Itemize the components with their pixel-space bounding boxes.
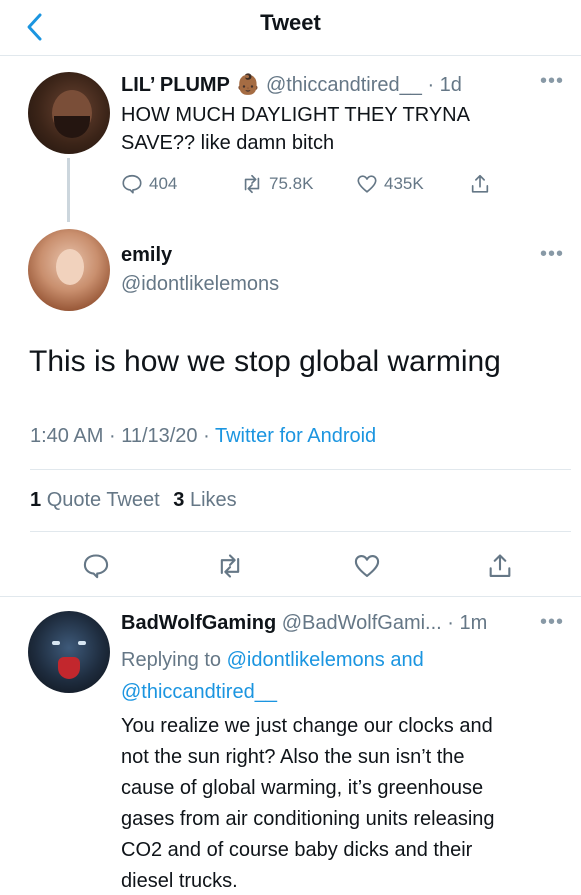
reply-icon [122,174,142,194]
chevron-left-icon[interactable] [20,12,50,42]
more-icon[interactable]: ••• [540,243,564,266]
parent-display-name[interactable]: LIL’ PLUMP [121,74,230,96]
header-bar: Tweet [0,0,581,56]
divider [0,596,581,597]
tweet-meta: 1:40 AM · 11/13/20 · Twitter for Android [30,425,376,448]
parent-text-line: SAVE?? like damn bitch [121,132,335,154]
parent-text-line: HOW MUCH DAYLIGHT THEY TRYNA [121,104,470,126]
main-tweet-text: This is how we stop global warming [29,345,501,378]
like-button[interactable]: 435K [356,173,424,195]
replying-to-link[interactable]: @idontlikelemons [227,649,385,671]
replying-to: Replying to @idontlikelemons and @thicca… [121,644,561,708]
reply-text-line: You realize we just change our clocks an… [121,715,493,737]
retweet-count: 75.8K [269,174,314,193]
quote-tweets-stat[interactable]: 1 Quote Tweet [30,489,165,511]
share-button[interactable] [469,173,491,195]
more-icon[interactable]: ••• [540,611,564,634]
avatar-wolf-eye [52,641,60,645]
replying-prefix: Replying to [121,649,222,671]
reply-text-line: CO2 and of course baby dicks and their [121,839,473,861]
likes-label: Likes [189,489,237,511]
reply-text-line: not the sun right? Also the sun isn’t th… [121,746,465,768]
likes-count: 3 [173,489,185,511]
tweet-time: 1:40 AM [30,425,104,447]
replying-and: and [390,649,424,671]
heart-icon[interactable] [353,552,381,580]
avatar-emily[interactable] [28,229,110,311]
meta-separator: · [108,425,116,447]
share-icon[interactable] [486,552,514,580]
tweet-date: 11/13/20 [121,425,198,447]
main-display-name[interactable]: emily [121,244,172,267]
baby-emoji: 👶🏾 [235,74,261,96]
tweet-source-link[interactable]: Twitter for Android [215,425,376,447]
reply-text-line: cause of global warming, it’s greenhouse [121,777,484,799]
share-icon [471,174,489,193]
reply-display-name[interactable]: BadWolfGaming [121,612,276,634]
avatar-lil-plump[interactable] [28,72,110,154]
retweet-button[interactable]: 75.8K [241,173,313,195]
thread-line [67,158,70,222]
quote-label: Quote Tweet [46,489,160,511]
like-count: 435K [384,174,424,193]
avatar-wolf-mouth [58,657,80,679]
avatar-wolf-eye [78,641,86,645]
reply-text-line: diesel trucks. [121,870,238,892]
main-handle[interactable]: @idontlikelemons [121,273,279,296]
meta-separator: · [203,425,210,447]
reply-time: · 1m [447,612,488,634]
parent-time: · 1d [427,74,462,96]
avatar-beard [54,116,90,138]
reply-button[interactable]: 404 [121,173,177,195]
parent-tweet-text: HOW MUCH DAYLIGHT THEY TRYNA SAVE?? like… [121,101,561,157]
reply-icon[interactable] [82,552,110,580]
retweet-icon[interactable] [216,552,244,580]
divider [30,469,571,470]
divider [30,531,571,532]
page-title: Tweet [260,10,321,35]
replying-to-link[interactable]: @thiccandtired__ [121,681,277,703]
reply-tweet-header: BadWolfGaming @BadWolfGami... · 1m [121,612,487,635]
parent-handle[interactable]: @thiccandtired__ [266,74,422,96]
heart-icon [357,175,377,193]
engagement-stats: 1 Quote Tweet 3 Likes [30,489,237,512]
retweet-icon [244,174,260,194]
quote-count: 1 [30,489,42,511]
likes-stat[interactable]: 3 Likes [173,489,236,511]
avatar-face [56,249,84,285]
reply-text-line: gases from air conditioning units releas… [121,808,495,830]
reply-handle[interactable]: @BadWolfGami... [282,612,442,634]
parent-tweet-header: LIL’ PLUMP 👶🏾 @thiccandtired__ · 1d [121,72,462,97]
avatar-badwolfgaming[interactable] [28,611,110,693]
reply-count: 404 [149,174,178,193]
reply-tweet-text: You realize we just change our clocks an… [121,711,576,895]
more-icon[interactable]: ••• [540,70,564,93]
